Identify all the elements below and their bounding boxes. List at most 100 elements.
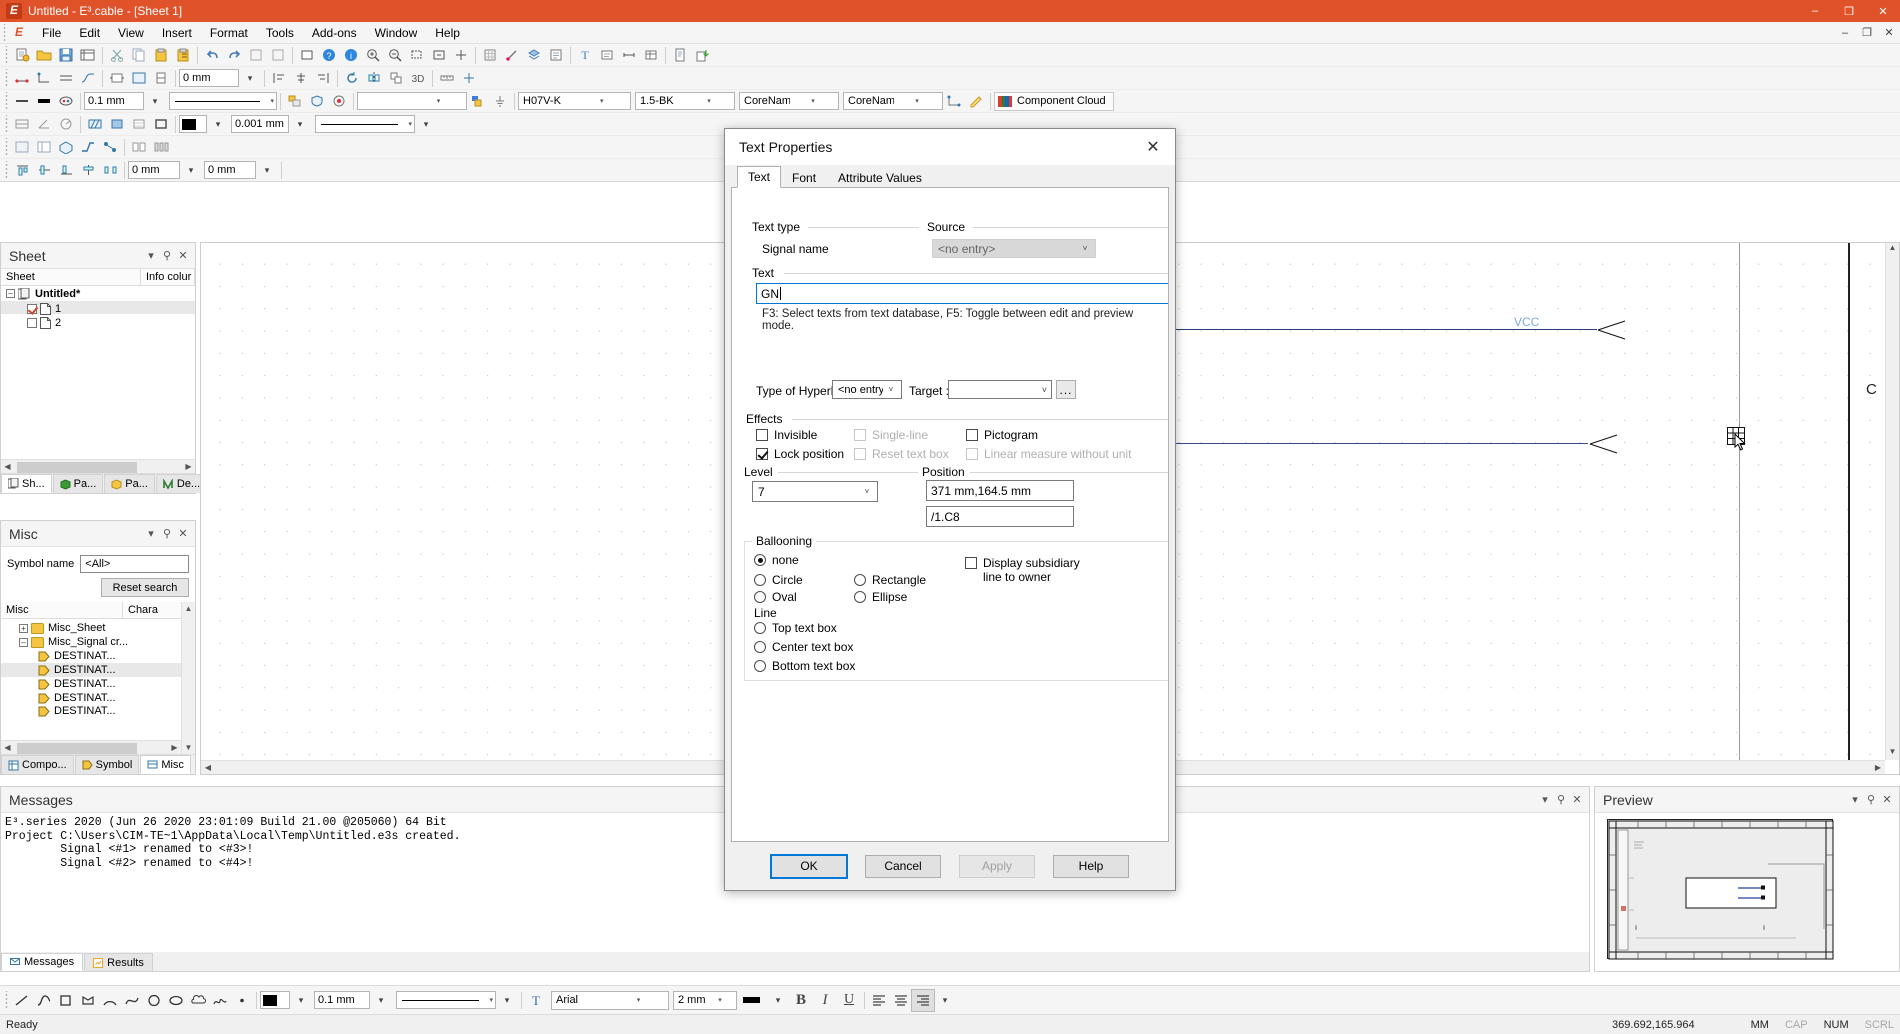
- dim-line-style-combo[interactable]: ▾: [315, 115, 415, 133]
- toolbar-grip-3[interactable]: [2, 92, 11, 110]
- sheet-tree-row-2[interactable]: 2: [1, 315, 195, 329]
- draw-rectangle-icon[interactable]: [55, 990, 77, 1011]
- expand-toggle-icon[interactable]: +: [19, 623, 28, 633]
- preview-canvas[interactable]: [1595, 813, 1899, 971]
- messages-panel-close-icon[interactable]: ✕: [1569, 791, 1585, 809]
- panel-tab-panel-yellow[interactable]: Pa...: [104, 474, 155, 493]
- messages-panel-menu-icon[interactable]: ▾: [1537, 791, 1553, 809]
- distribute-h-icon[interactable]: [99, 160, 121, 181]
- zoom-fit-icon[interactable]: [428, 45, 450, 66]
- misc-col-name[interactable]: Misc: [1, 601, 123, 619]
- sheet-panel-close-icon[interactable]: ✕: [175, 247, 191, 265]
- line-bottom-text-box[interactable]: Bottom text box: [754, 659, 855, 673]
- font-name-combo[interactable]: Arial ▾: [551, 990, 669, 1010]
- connect-line-icon[interactable]: [11, 68, 33, 89]
- line-center-radio[interactable]: [754, 641, 766, 653]
- panel-tab-sheet[interactable]: Sh...: [1, 474, 52, 493]
- dim-more-icon[interactable]: ▾: [415, 114, 437, 135]
- help-circle-icon[interactable]: ?: [318, 45, 340, 66]
- text-input[interactable]: GN: [756, 283, 1168, 304]
- dialog-close-button[interactable]: ✕: [1135, 132, 1171, 162]
- terminal-icon[interactable]: [150, 68, 172, 89]
- toolbar-grip-4[interactable]: [2, 115, 11, 133]
- menu-grip[interactable]: [0, 23, 9, 42]
- menu-item-file[interactable]: File: [33, 23, 70, 43]
- line-width-input[interactable]: 0.1 mm: [84, 92, 144, 110]
- wire-end-icon[interactable]: [284, 91, 306, 112]
- italic-button[interactable]: I: [813, 990, 837, 1011]
- hyperlink-browse-button[interactable]: ...: [1056, 380, 1076, 399]
- misc-panel-pin-icon[interactable]: ⚲: [159, 525, 175, 543]
- effect-invisible[interactable]: Invisible: [756, 428, 817, 442]
- results-tab[interactable]: Results: [84, 953, 153, 971]
- bottom-line-style-combo[interactable]: ▾: [396, 991, 496, 1009]
- menu-item-window[interactable]: Window: [366, 23, 427, 43]
- draw-circle-icon[interactable]: [143, 990, 165, 1011]
- messages-panel-pin-icon[interactable]: ⚲: [1553, 791, 1569, 809]
- size-input[interactable]: 0 mm: [179, 69, 239, 87]
- toolbar-grip-2[interactable]: [2, 69, 11, 87]
- outline-icon[interactable]: [150, 114, 172, 135]
- draw-point-icon[interactable]: [231, 990, 253, 1011]
- dimension-icon[interactable]: [618, 45, 640, 66]
- group-icon[interactable]: [385, 68, 407, 89]
- x-coordinate-dropdown-icon[interactable]: ▾: [180, 160, 202, 181]
- scroll-right-icon[interactable]: ▶: [168, 743, 181, 752]
- layer-icon[interactable]: [523, 45, 545, 66]
- balloon-ellipse-radio[interactable]: [854, 591, 866, 603]
- dim-value-input[interactable]: 0.001 mm: [231, 115, 289, 133]
- toolbar-grip-5[interactable]: [2, 138, 11, 156]
- shield-icon[interactable]: [306, 91, 328, 112]
- source-combo[interactable]: <no entry> ˅: [932, 239, 1096, 258]
- rotate-icon[interactable]: [341, 68, 363, 89]
- sheet-col-info[interactable]: Info colur: [141, 268, 195, 286]
- menu-item-insert[interactable]: Insert: [153, 23, 201, 43]
- pattern-icon[interactable]: [128, 114, 150, 135]
- sheet-col-name[interactable]: Sheet: [1, 268, 141, 286]
- toolbar-grip-1[interactable]: [2, 46, 11, 64]
- line-width-dropdown-icon[interactable]: ▾: [144, 91, 166, 112]
- wire-color-icon[interactable]: [33, 91, 55, 112]
- draw-curve-icon[interactable]: [121, 990, 143, 1011]
- draw-arc-icon[interactable]: [99, 990, 121, 1011]
- balloon-ellipse[interactable]: Ellipse: [854, 590, 907, 604]
- misc-panel-menu-icon[interactable]: ▾: [143, 525, 159, 543]
- canvas-scroll-up-icon[interactable]: ▲: [1889, 243, 1897, 256]
- connect-node-icon[interactable]: [33, 68, 55, 89]
- sheet-tree-root[interactable]: – Untitled*: [1, 286, 195, 300]
- line-bottom-radio[interactable]: [754, 660, 766, 672]
- measure-icon[interactable]: [436, 68, 458, 89]
- redo-icon[interactable]: [223, 45, 245, 66]
- underline-button[interactable]: U: [837, 990, 861, 1011]
- line-top-radio[interactable]: [754, 622, 766, 634]
- reset-search-button[interactable]: Reset search: [101, 578, 189, 597]
- preview-panel-menu-icon[interactable]: ▾: [1847, 791, 1863, 809]
- scroll-right-icon[interactable]: ▶: [182, 462, 195, 471]
- line-style-combo[interactable]: ▾: [169, 92, 277, 110]
- scroll-up-icon[interactable]: ▲: [185, 602, 193, 615]
- draw-ellipse-icon[interactable]: [165, 990, 187, 1011]
- ok-button[interactable]: OK: [770, 853, 848, 879]
- pictogram-checkbox[interactable]: [966, 429, 978, 441]
- display-subsidiary-line[interactable]: Display subsidiary line to owner: [965, 556, 1085, 584]
- symbol-place-icon[interactable]: [106, 68, 128, 89]
- invisible-checkbox[interactable]: [756, 429, 768, 441]
- tab-font[interactable]: Font: [781, 167, 828, 188]
- align-middle-icon[interactable]: [33, 160, 55, 181]
- sheet-1-checkbox[interactable]: [27, 303, 37, 314]
- undo-icon[interactable]: [201, 45, 223, 66]
- y-coordinate-input[interactable]: 0 mm: [204, 161, 256, 179]
- font-color-dropdown-icon[interactable]: ▾: [767, 990, 789, 1011]
- sheet-panel-pin-icon[interactable]: ⚲: [159, 247, 175, 265]
- cancel-button[interactable]: Cancel: [865, 854, 941, 878]
- effect-lock-position[interactable]: Lock position: [756, 447, 844, 461]
- highlight-icon[interactable]: [965, 91, 987, 112]
- bus-icon[interactable]: [55, 68, 77, 89]
- balloon-circle[interactable]: Circle: [754, 573, 803, 587]
- effect-pictogram[interactable]: Pictogram: [966, 428, 1038, 442]
- symbol-select-combo[interactable]: ▾: [357, 92, 467, 110]
- scroll-down-icon[interactable]: ▼: [185, 741, 193, 754]
- scroll-left-icon[interactable]: ◀: [1, 743, 14, 752]
- size-dropdown-icon[interactable]: ▾: [239, 68, 261, 89]
- canvas-scroll-down-icon[interactable]: ▼: [1889, 747, 1897, 760]
